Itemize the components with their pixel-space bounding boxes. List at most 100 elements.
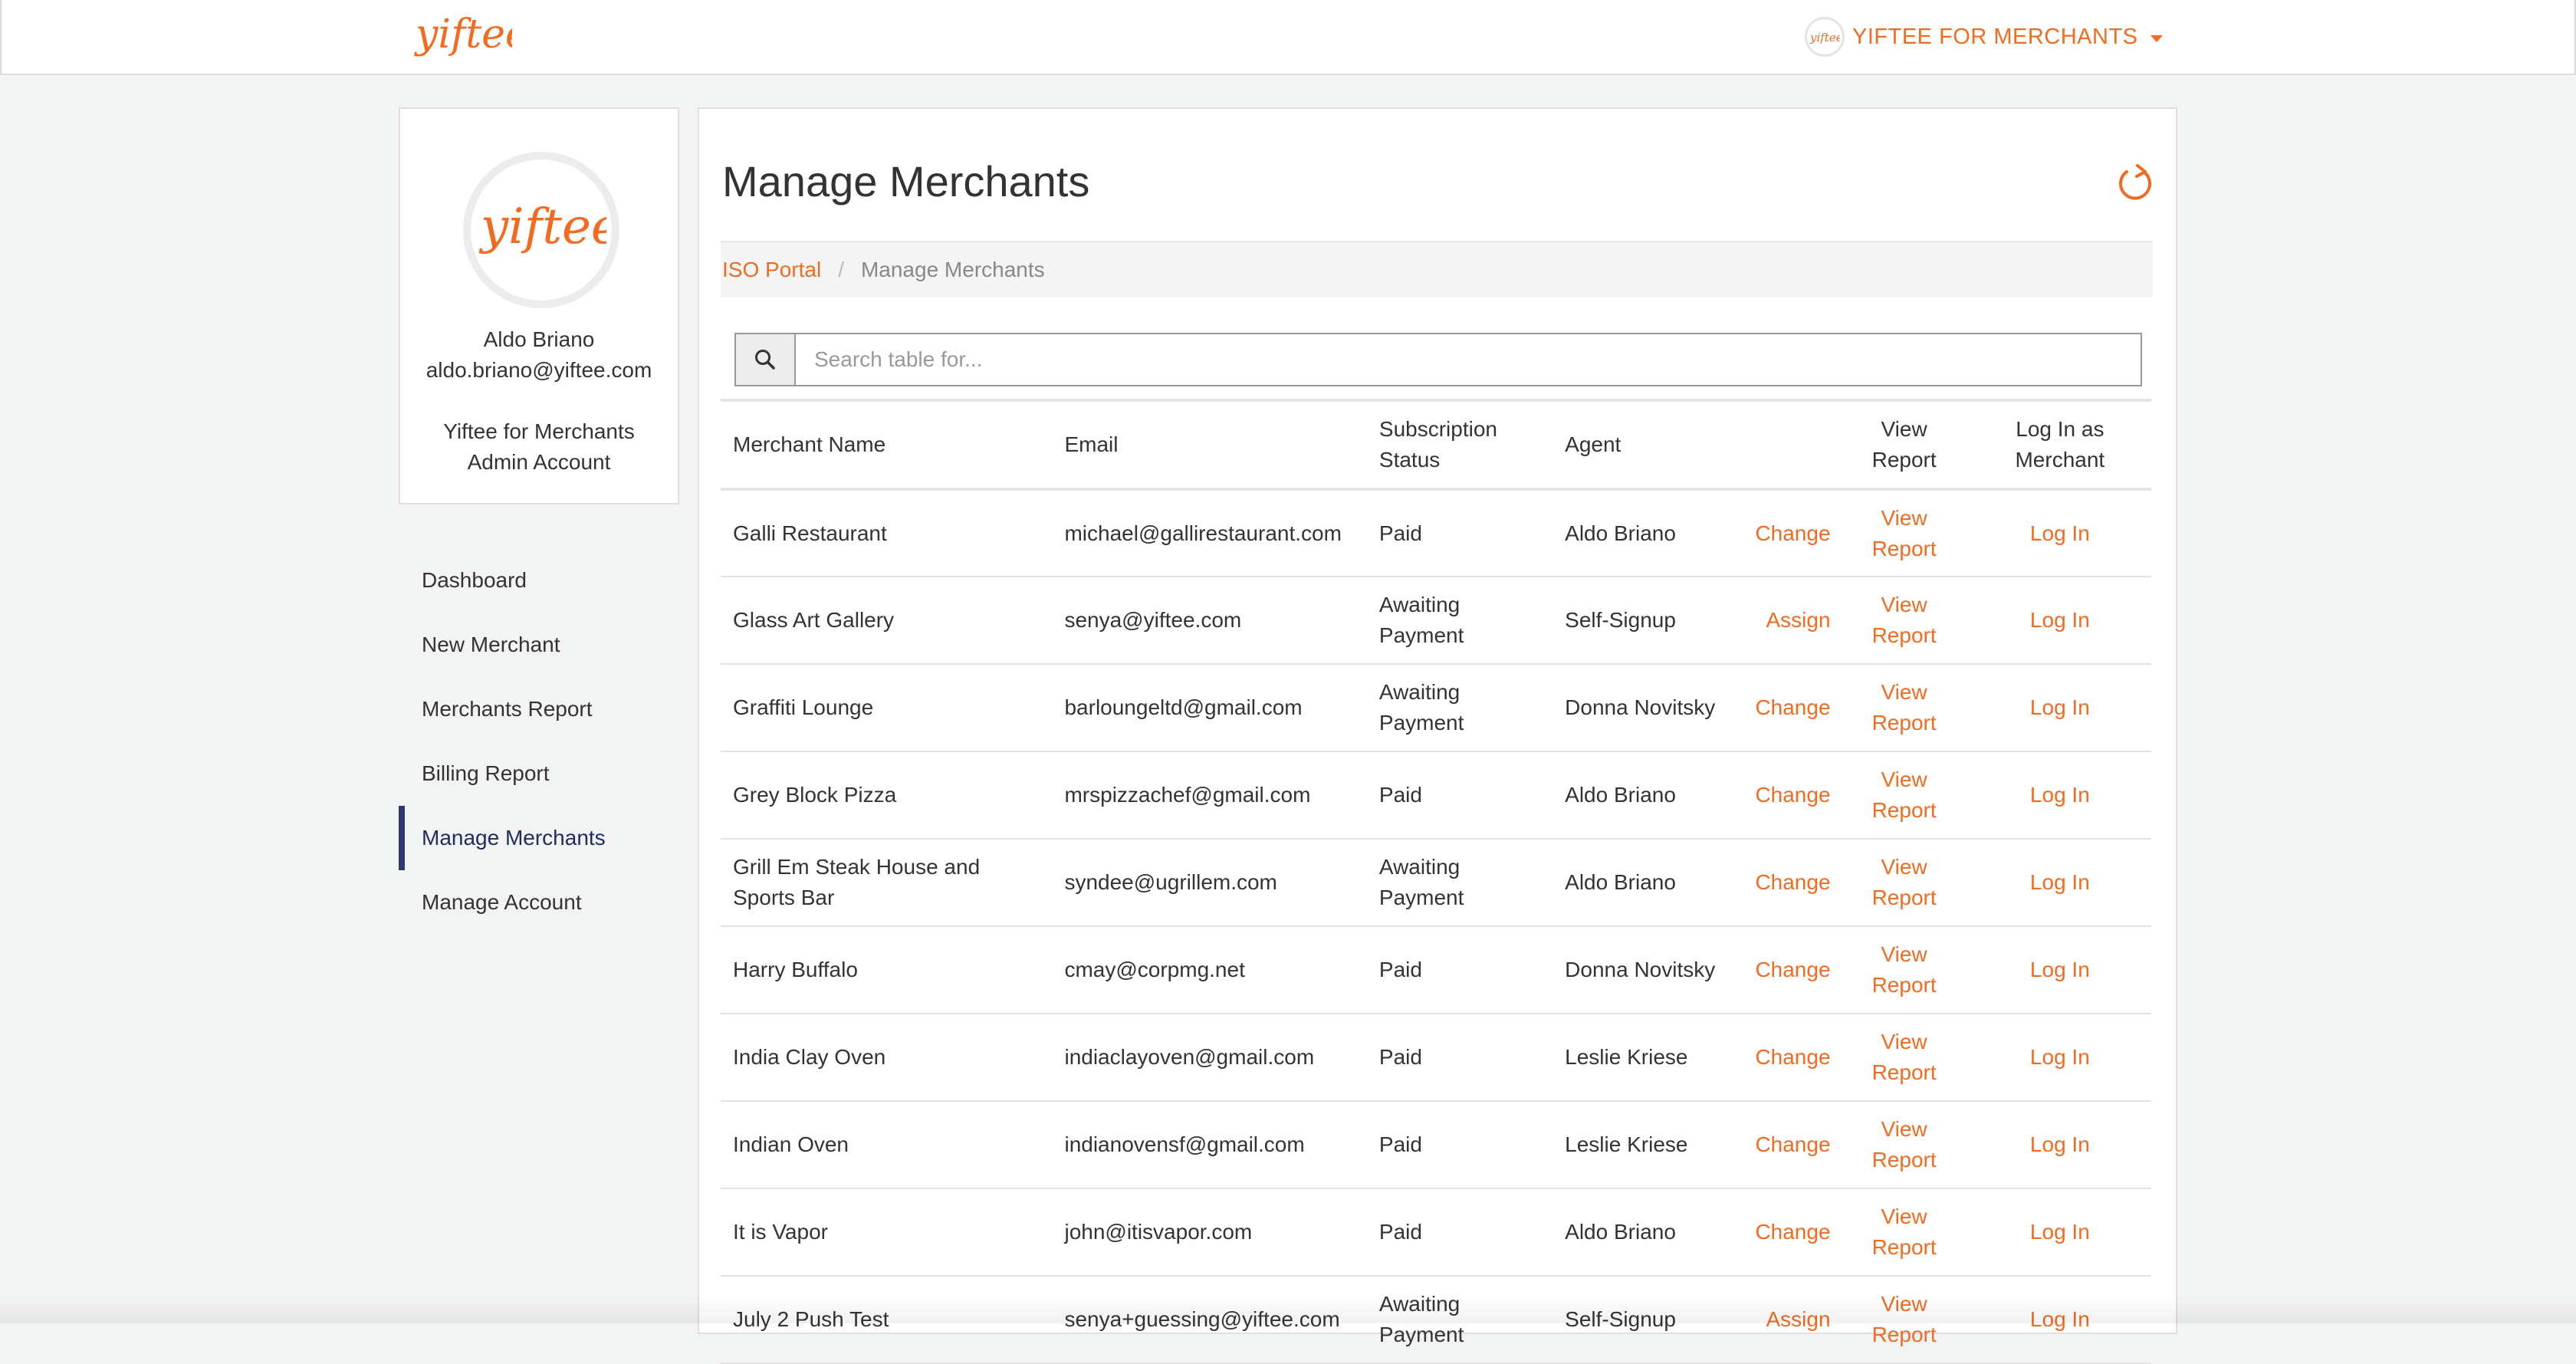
table-row: Glass Art Gallery senya@yiftee.com Awaitin… — [721, 577, 2151, 664]
subscription-status-cell: Paid — [1378, 958, 1422, 981]
agent-action-link[interactable]: Change — [1755, 521, 1830, 545]
log-in-link[interactable]: Log In — [2030, 695, 2090, 719]
agent-cell: Donna Novitsky — [1565, 958, 1716, 981]
merchant-name-cell: Grill Em Steak House and Sports Bar — [733, 855, 981, 909]
sidebar-item-dashboard[interactable]: Dashboard — [399, 548, 679, 613]
email-cell: indianovensf@gmail.com — [1064, 1132, 1305, 1156]
merchant-name-cell: July 2 Push Test — [733, 1307, 889, 1331]
sidebar-item-label: New Merchant — [422, 633, 560, 656]
email-cell: cmay@corpmg.net — [1064, 958, 1245, 981]
log-in-link[interactable]: Log In — [2030, 1220, 2090, 1244]
column-header-agent[interactable]: Agent — [1565, 400, 1737, 489]
search-input[interactable] — [796, 334, 2141, 385]
email-cell: michael@gallirestaurant.com — [1064, 521, 1342, 545]
view-report-link[interactable]: View Report — [1870, 1201, 1939, 1263]
header-line: Subscription — [1378, 417, 1497, 441]
subscription-status-cell: Paid — [1378, 783, 1422, 807]
sidebar-item-manage-account[interactable]: Manage Account — [399, 870, 679, 935]
email-cell: indiaclayoven@gmail.com — [1064, 1045, 1315, 1069]
log-in-link[interactable]: Log In — [2030, 783, 2090, 807]
agent-action-link[interactable]: Change — [1755, 783, 1830, 807]
agent-cell: Donna Novitsky — [1565, 695, 1716, 719]
table-row: Grill Em Steak House and Sports Bar synde… — [721, 839, 2151, 926]
view-report-link[interactable]: View Report — [1870, 1114, 1939, 1175]
subscription-status-cell: Paid — [1378, 1045, 1422, 1069]
subscription-status-cell: Awaiting Payment — [1378, 680, 1464, 735]
merchant-name-cell: It is Vapor — [733, 1220, 828, 1244]
header-line: View — [1881, 417, 1927, 441]
sidebar-item-manage-merchants[interactable]: Manage Merchants — [399, 806, 679, 870]
agent-action-link[interactable]: Change — [1755, 1045, 1830, 1069]
yiftee-avatar-logo-icon: yiftee — [478, 199, 606, 255]
email-cell: syndee@ugrillem.com — [1064, 870, 1277, 894]
header-line: Merchant — [2015, 448, 2105, 472]
view-report-link[interactable]: View Report — [1870, 764, 1939, 826]
log-in-link[interactable]: Log In — [2030, 870, 2090, 894]
refresh-icon[interactable] — [2114, 163, 2156, 204]
svg-text:yiftee: yiftee — [1809, 31, 1840, 44]
page-title: Manage Merchants — [722, 157, 1090, 205]
agent-action-link[interactable]: Change — [1755, 695, 1830, 719]
subscription-status-cell: Awaiting Payment — [1378, 855, 1464, 909]
view-report-link[interactable]: View Report — [1870, 1027, 1939, 1088]
sidebar-item-label: Merchants Report — [422, 697, 593, 721]
yiftee-logo[interactable]: yiftee — [412, 5, 512, 69]
column-header-merchant-name[interactable]: Merchant Name — [721, 400, 1064, 489]
account-avatar: yiftee — [1805, 17, 1845, 57]
log-in-link[interactable]: Log In — [2030, 1045, 2090, 1069]
log-in-link[interactable]: Log In — [2030, 521, 2090, 545]
sidebar-item-billing-report[interactable]: Billing Report — [399, 741, 679, 806]
agent-action-link[interactable]: Assign — [1766, 1307, 1830, 1331]
view-report-link[interactable]: View Report — [1870, 1289, 1939, 1350]
table-header-row: Merchant Name Email Subscription Status A… — [721, 400, 2151, 489]
profile-role: Admin Account — [467, 450, 611, 474]
column-header-subscription-status[interactable]: Subscription Status — [1379, 400, 1565, 489]
view-report-link[interactable]: View Report — [1870, 590, 1939, 651]
profile-name: Aldo Briano — [483, 327, 595, 351]
breadcrumb-link-iso-portal[interactable]: ISO Portal — [722, 258, 821, 282]
header-line: Status — [1378, 448, 1441, 472]
header-line: Report — [1871, 448, 1937, 472]
agent-cell: Aldo Briano — [1565, 521, 1676, 545]
table-row: Graffiti Lounge barloungeltd@gmail.com Awa… — [721, 664, 2151, 751]
subscription-status-cell: Awaiting Payment — [1378, 1292, 1464, 1346]
column-header-log-in-as-merchant: Log In as Merchant — [1969, 400, 2151, 489]
view-report-link[interactable]: View Report — [1870, 852, 1939, 913]
merchant-name-cell: Graffiti Lounge — [733, 695, 874, 719]
email-cell: senya+guessing@yiftee.com — [1064, 1307, 1340, 1331]
agent-action-link[interactable]: Change — [1755, 870, 1830, 894]
subscription-status-cell: Paid — [1378, 521, 1422, 545]
svg-text:yiftee: yiftee — [414, 12, 512, 58]
header-line: Log In as — [2016, 417, 2104, 441]
subscription-status-cell: Paid — [1378, 1132, 1422, 1156]
view-report-link[interactable]: View Report — [1870, 503, 1939, 564]
agent-cell: Aldo Briano — [1565, 783, 1676, 807]
agent-action-link[interactable]: Assign — [1766, 608, 1830, 632]
log-in-link[interactable]: Log In — [2030, 1307, 2090, 1331]
log-in-link[interactable]: Log In — [2030, 608, 2090, 632]
account-menu-dropdown[interactable]: yiftee YIFTEE FOR MERCHANTS — [1805, 17, 2163, 57]
main-panel: Manage Merchants ISO Portal / Manage Mer… — [698, 107, 2177, 1363]
log-in-link[interactable]: Log In — [2030, 958, 2090, 981]
view-report-link[interactable]: View Report — [1870, 939, 1939, 1001]
agent-action-link[interactable]: Change — [1755, 958, 1830, 981]
agent-cell: Leslie Kriese — [1565, 1045, 1688, 1069]
sidebar-nav: Dashboard New Merchant Merchants Report … — [399, 548, 679, 935]
svg-text:yiftee: yiftee — [478, 199, 606, 255]
column-header-view-report: View Report — [1840, 400, 1969, 489]
agent-action-link[interactable]: Change — [1755, 1132, 1830, 1156]
agent-cell: Self-Signup — [1565, 1307, 1676, 1331]
sidebar-item-merchants-report[interactable]: Merchants Report — [399, 677, 679, 741]
sidebar-item-new-merchant[interactable]: New Merchant — [399, 613, 679, 677]
agent-action-link[interactable]: Change — [1755, 1220, 1830, 1244]
sidebar-item-label: Dashboard — [422, 568, 527, 592]
sidebar-item-label: Billing Report — [422, 761, 550, 785]
column-header-agent-action — [1737, 400, 1839, 489]
log-in-link[interactable]: Log In — [2030, 1132, 2090, 1156]
caret-down-icon — [2150, 35, 2163, 42]
breadcrumb: ISO Portal / Manage Merchants — [721, 241, 2153, 297]
view-report-link[interactable]: View Report — [1870, 677, 1939, 738]
yiftee-mini-logo-icon: yiftee — [1809, 31, 1840, 44]
column-header-email[interactable]: Email — [1064, 400, 1378, 489]
search-button[interactable] — [736, 334, 796, 385]
